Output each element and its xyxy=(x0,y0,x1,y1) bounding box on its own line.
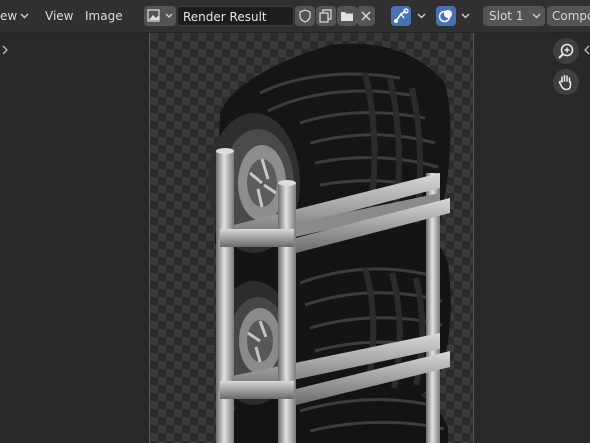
render-image xyxy=(149,33,474,443)
image-icon xyxy=(147,9,160,22)
image-editor-header: ew View Image Render Result Slot 1 Comp xyxy=(0,0,590,33)
open-image-button[interactable] xyxy=(337,6,357,26)
tire-rack-render xyxy=(208,43,451,443)
chevron-left-icon[interactable] xyxy=(584,45,590,55)
close-icon xyxy=(361,11,371,21)
fake-user-button[interactable] xyxy=(295,6,315,26)
duplicate-icon xyxy=(319,9,332,23)
chevron-down-icon[interactable] xyxy=(414,6,428,26)
image-viewport[interactable] xyxy=(0,33,590,443)
slot-label: Slot 1 xyxy=(489,9,524,23)
slot-dropdown[interactable]: Slot 1 xyxy=(483,6,545,26)
view-mode-label: ew xyxy=(0,9,18,23)
menu-image[interactable]: Image xyxy=(85,6,123,26)
view-mode-dropdown[interactable]: ew xyxy=(0,6,17,26)
image-name-field[interactable]: Render Result xyxy=(177,6,294,26)
chevron-down-icon xyxy=(532,13,541,19)
zoom-in-icon xyxy=(558,43,574,59)
folder-icon xyxy=(341,12,353,21)
render-pass-label: Compo xyxy=(552,9,590,23)
image-name-text: Render Result xyxy=(183,10,267,24)
gizmo-icon xyxy=(394,8,409,23)
render-pass-dropdown[interactable]: Compo xyxy=(547,6,590,26)
overlay-icon xyxy=(438,10,452,23)
zoom-button[interactable] xyxy=(553,38,579,64)
overlay-toggle-button[interactable] xyxy=(436,6,456,26)
chevron-down-icon xyxy=(165,13,173,18)
chevron-down-icon[interactable] xyxy=(17,6,31,26)
hand-icon xyxy=(558,74,572,91)
menu-view[interactable]: View xyxy=(45,6,73,26)
image-browse-button[interactable] xyxy=(144,6,176,26)
chevron-right-icon[interactable] xyxy=(1,45,9,55)
unlink-image-button[interactable] xyxy=(357,6,375,26)
chevron-down-icon[interactable] xyxy=(458,6,472,26)
shield-icon xyxy=(299,9,311,23)
duplicate-button[interactable] xyxy=(316,6,336,26)
gizmo-toggle-button[interactable] xyxy=(391,6,411,26)
pan-button[interactable] xyxy=(553,69,579,95)
